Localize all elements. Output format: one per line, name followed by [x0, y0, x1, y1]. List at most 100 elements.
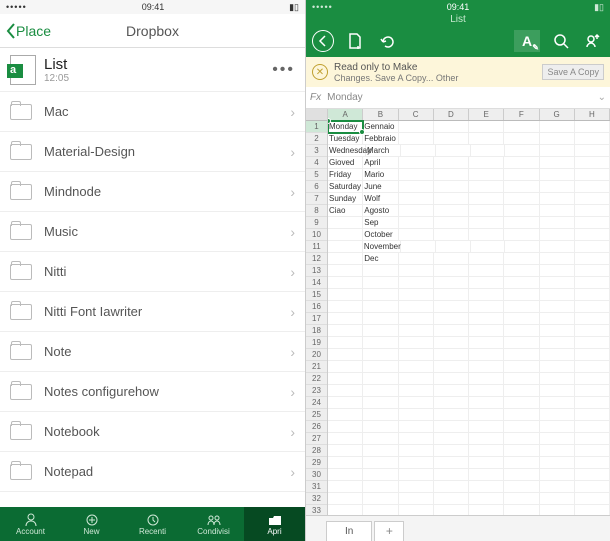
cell[interactable]: Wolf — [363, 193, 398, 205]
cell[interactable] — [575, 493, 610, 505]
row-header[interactable]: 16 — [306, 301, 327, 313]
cell[interactable] — [363, 313, 398, 325]
cell[interactable] — [575, 337, 610, 349]
folder-row[interactable]: Note› — [0, 332, 305, 372]
row-header[interactable]: 20 — [306, 349, 327, 361]
cell[interactable]: Tuesday — [328, 133, 363, 145]
cell[interactable] — [504, 229, 539, 241]
cell[interactable] — [436, 145, 471, 157]
cell[interactable] — [434, 217, 469, 229]
row-header[interactable]: 26 — [306, 421, 327, 433]
cell[interactable] — [469, 481, 504, 493]
cell[interactable] — [399, 217, 434, 229]
cell[interactable] — [399, 385, 434, 397]
row-header[interactable]: 2 — [306, 133, 327, 145]
row-header[interactable]: 18 — [306, 325, 327, 337]
row-header[interactable]: 31 — [306, 481, 327, 493]
cell[interactable] — [469, 265, 504, 277]
cell[interactable] — [540, 409, 575, 421]
cell[interactable] — [469, 217, 504, 229]
folder-row[interactable]: Notebook› — [0, 412, 305, 452]
row-header[interactable]: 27 — [306, 433, 327, 445]
cell[interactable] — [540, 289, 575, 301]
row-header[interactable]: 32 — [306, 493, 327, 505]
cell[interactable] — [469, 433, 504, 445]
cell[interactable] — [399, 457, 434, 469]
cell[interactable] — [434, 433, 469, 445]
cell[interactable] — [469, 205, 504, 217]
cell[interactable] — [399, 469, 434, 481]
cell[interactable] — [399, 373, 434, 385]
cell[interactable] — [504, 217, 539, 229]
cell[interactable] — [328, 397, 363, 409]
cell[interactable] — [328, 337, 363, 349]
cell[interactable] — [540, 157, 575, 169]
col-header[interactable]: C — [399, 109, 434, 120]
cell[interactable] — [504, 505, 539, 515]
cell[interactable]: April — [363, 157, 398, 169]
cell[interactable] — [469, 505, 504, 515]
cell[interactable] — [575, 409, 610, 421]
cell[interactable] — [363, 265, 398, 277]
cell[interactable] — [328, 505, 363, 515]
cell[interactable] — [469, 301, 504, 313]
cell[interactable] — [434, 253, 469, 265]
cell[interactable] — [399, 433, 434, 445]
cell[interactable] — [328, 253, 363, 265]
cell[interactable] — [575, 157, 610, 169]
cell[interactable] — [540, 361, 575, 373]
cell[interactable] — [540, 373, 575, 385]
row-header[interactable]: 17 — [306, 313, 327, 325]
save-copy-button[interactable]: Save A Copy — [542, 64, 604, 80]
cell[interactable] — [434, 265, 469, 277]
cell[interactable] — [469, 289, 504, 301]
row-header[interactable]: 11 — [306, 241, 327, 253]
cell[interactable] — [399, 181, 434, 193]
cell[interactable] — [434, 205, 469, 217]
cell[interactable] — [434, 505, 469, 515]
cell[interactable] — [575, 397, 610, 409]
formula-bar[interactable]: Fx Monday ⌄ — [306, 87, 610, 109]
cell[interactable] — [399, 301, 434, 313]
cell[interactable] — [469, 193, 504, 205]
cell[interactable] — [469, 457, 504, 469]
cell[interactable] — [575, 121, 610, 133]
cell[interactable] — [504, 121, 539, 133]
cell[interactable] — [328, 481, 363, 493]
cell[interactable] — [399, 229, 434, 241]
cell[interactable] — [363, 469, 398, 481]
cell[interactable] — [540, 469, 575, 481]
row-header[interactable]: 14 — [306, 277, 327, 289]
cell[interactable] — [575, 301, 610, 313]
cell[interactable] — [575, 361, 610, 373]
cell[interactable] — [399, 169, 434, 181]
cell[interactable] — [575, 277, 610, 289]
cell[interactable] — [363, 409, 398, 421]
cell[interactable] — [540, 181, 575, 193]
cell[interactable] — [399, 289, 434, 301]
cell[interactable] — [328, 373, 363, 385]
cell[interactable] — [399, 481, 434, 493]
row-header[interactable]: 1 — [306, 121, 327, 133]
cell[interactable] — [504, 133, 539, 145]
folder-row[interactable]: Music› — [0, 212, 305, 252]
cell[interactable] — [504, 337, 539, 349]
cell[interactable] — [434, 349, 469, 361]
font-style-button[interactable]: A✎ — [514, 30, 540, 52]
cell[interactable] — [399, 409, 434, 421]
search-button[interactable] — [550, 30, 572, 52]
row-header[interactable]: 15 — [306, 289, 327, 301]
bottombar-account[interactable]: Account — [0, 507, 61, 541]
folder-row[interactable]: Mac› — [0, 92, 305, 132]
cell[interactable] — [504, 253, 539, 265]
cell[interactable] — [575, 373, 610, 385]
cell[interactable] — [540, 193, 575, 205]
cell[interactable] — [469, 445, 504, 457]
cell[interactable] — [328, 385, 363, 397]
cell[interactable] — [363, 493, 398, 505]
cell[interactable] — [328, 421, 363, 433]
cell[interactable] — [434, 277, 469, 289]
cell[interactable] — [434, 313, 469, 325]
cell[interactable] — [363, 361, 398, 373]
cell[interactable] — [363, 289, 398, 301]
